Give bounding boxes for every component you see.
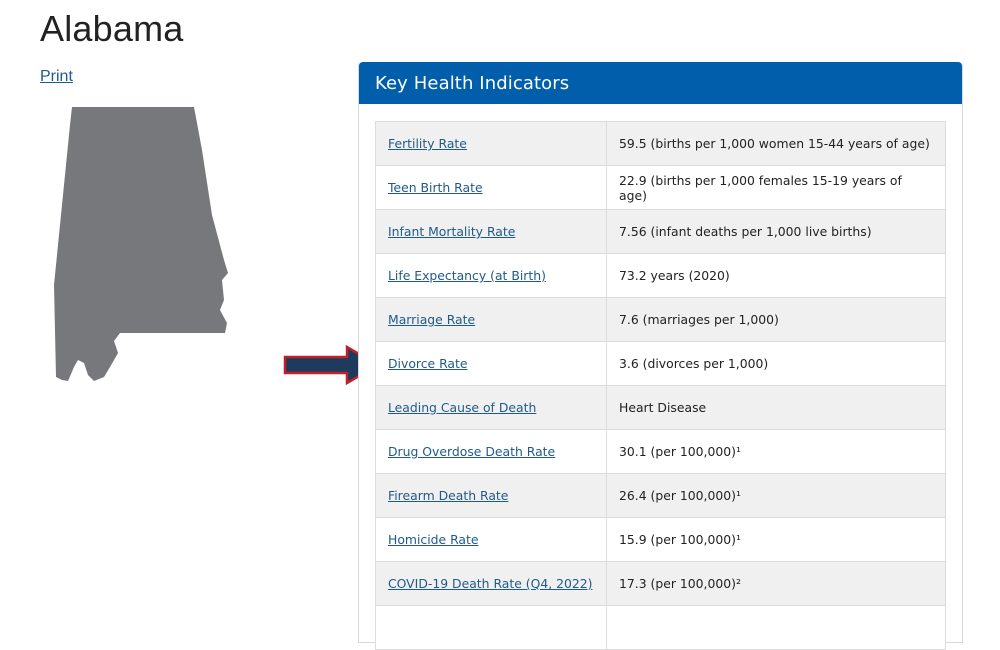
row-value: 15.9 (per 100,000)¹	[606, 517, 946, 562]
table-row: Fertility Rate 59.5 (births per 1,000 wom…	[375, 121, 946, 166]
row-value: 3.6 (divorces per 1,000)	[606, 341, 946, 386]
row-value	[606, 605, 946, 650]
panel-title: Key Health Indicators	[375, 72, 570, 94]
indicators-table: Fertility Rate 59.5 (births per 1,000 wom…	[375, 121, 946, 650]
homicide-rate-link[interactable]: Homicide Rate	[388, 532, 479, 547]
row-value: 7.56 (infant deaths per 1,000 live birth…	[606, 209, 946, 254]
table-row: Firearm Death Rate 26.4 (per 100,000)¹	[375, 473, 946, 518]
teen-birth-rate-link[interactable]: Teen Birth Rate	[388, 180, 483, 195]
alabama-map-image	[54, 107, 228, 381]
row-value: 26.4 (per 100,000)¹	[606, 473, 946, 518]
fertility-rate-link[interactable]: Fertility Rate	[388, 136, 467, 151]
divorce-rate-link[interactable]: Divorce Rate	[388, 356, 468, 371]
table-row: Marriage Rate 7.6 (marriages per 1,000)	[375, 297, 946, 342]
key-health-indicators-panel: Key Health Indicators Fertility Rate 59.5…	[358, 62, 963, 650]
table-row: Drug Overdose Death Rate 30.1 (per 100,00…	[375, 429, 946, 474]
row-value: 22.9 (births per 1,000 females 15-19 yea…	[606, 165, 946, 210]
state-shape	[54, 107, 228, 381]
panel-header: Key Health Indicators	[359, 62, 962, 104]
infant-mortality-rate-link[interactable]: Infant Mortality Rate	[388, 224, 515, 239]
marriage-rate-link[interactable]: Marriage Rate	[388, 312, 475, 327]
row-value: 7.6 (marriages per 1,000)	[606, 297, 946, 342]
table-row	[375, 605, 946, 650]
table-row: COVID-19 Death Rate (Q4, 2022) 17.3 (per …	[375, 561, 946, 606]
row-value: Heart Disease	[606, 385, 946, 430]
table-row: Life Expectancy (at Birth) 73.2 years (20…	[375, 253, 946, 298]
table-row: Teen Birth Rate 22.9 (births per 1,000 fe…	[375, 165, 946, 210]
firearm-death-rate-link[interactable]: Firearm Death Rate	[388, 488, 508, 503]
table-row: Divorce Rate 3.6 (divorces per 1,000)	[375, 341, 946, 386]
row-value: 17.3 (per 100,000)²	[606, 561, 946, 606]
table-row: Leading Cause of Death Heart Disease	[375, 385, 946, 430]
row-value: 59.5 (births per 1,000 women 15-44 years…	[606, 121, 946, 166]
life-expectancy-link[interactable]: Life Expectancy (at Birth)	[388, 268, 546, 283]
leading-cause-of-death-link[interactable]: Leading Cause of Death	[388, 400, 536, 415]
row-value: 30.1 (per 100,000)¹	[606, 429, 946, 474]
table-row: Homicide Rate 15.9 (per 100,000)¹	[375, 517, 946, 562]
row-value: 73.2 years (2020)	[606, 253, 946, 298]
covid-19-death-rate-link[interactable]: COVID-19 Death Rate (Q4, 2022)	[388, 576, 593, 591]
table-row: Infant Mortality Rate 7.56 (infant deaths…	[375, 209, 946, 254]
page-title: Alabama	[40, 8, 184, 49]
drug-overdose-death-rate-link[interactable]: Drug Overdose Death Rate	[388, 444, 555, 459]
print-link[interactable]: Print	[40, 68, 73, 86]
